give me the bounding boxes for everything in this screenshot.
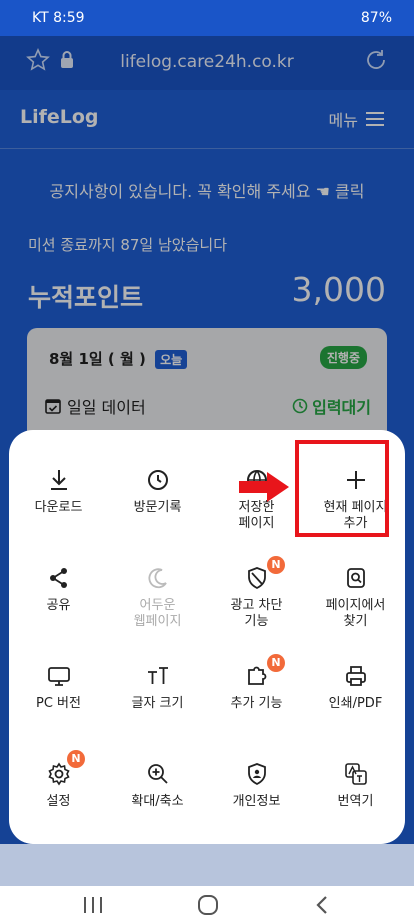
new-badge: N bbox=[67, 750, 85, 768]
desktop-icon bbox=[47, 667, 70, 686]
system-nav-bar bbox=[0, 886, 414, 922]
menu-item-label: 광고 차단 기능 bbox=[230, 598, 283, 629]
menu-item-dark-mode[interactable]: 어두운 웹페이지 bbox=[108, 558, 207, 630]
menu-item-download[interactable]: 다운로드 bbox=[9, 460, 108, 516]
moon-icon bbox=[148, 568, 167, 589]
menu-item-label: 추가 기능 bbox=[230, 696, 283, 711]
clock-icon bbox=[147, 470, 168, 490]
menu-item-label: 저장한 페이지 bbox=[238, 500, 275, 531]
menu-item-zoom[interactable]: 확대/축소 bbox=[108, 754, 207, 810]
menu-item-print-pdf[interactable]: 인쇄/PDF bbox=[306, 656, 405, 712]
menu-item-text-size[interactable]: 글자 크기 bbox=[108, 656, 207, 712]
print-icon bbox=[345, 666, 366, 686]
back-icon[interactable] bbox=[312, 894, 332, 916]
annotation-arrow-icon bbox=[239, 472, 289, 502]
translate-icon bbox=[344, 763, 367, 785]
menu-item-history[interactable]: 방문기록 bbox=[108, 460, 207, 516]
menu-item-find-in-page[interactable]: 페이지에서 찾기 bbox=[306, 558, 405, 630]
menu-item-label: 설정 bbox=[46, 794, 71, 809]
carrier-time: KT 8:59 bbox=[32, 10, 85, 26]
menu-item-add-ons[interactable]: N 추가 기능 bbox=[207, 654, 306, 712]
menu-item-label: PC 버전 bbox=[36, 696, 81, 711]
download-icon bbox=[50, 470, 67, 490]
menu-item-label: 다운로드 bbox=[34, 500, 83, 515]
menu-item-ad-block[interactable]: N 광고 차단 기능 bbox=[207, 556, 306, 630]
new-badge: N bbox=[267, 654, 285, 672]
recent-apps-icon[interactable] bbox=[82, 895, 104, 915]
menu-item-desktop-version[interactable]: PC 버전 bbox=[9, 656, 108, 712]
menu-item-translate[interactable]: 번역기 bbox=[306, 754, 405, 810]
menu-item-label: 방문기록 bbox=[133, 500, 182, 515]
home-icon[interactable] bbox=[196, 893, 220, 917]
menu-item-label: 개인정보 bbox=[232, 794, 281, 809]
menu-item-label: 글자 크기 bbox=[131, 696, 184, 711]
zoom-icon bbox=[147, 764, 168, 784]
new-badge: N bbox=[267, 556, 285, 574]
privacy-icon bbox=[247, 763, 266, 786]
menu-item-label: 인쇄/PDF bbox=[328, 696, 383, 711]
status-bar: KT 8:59 87% bbox=[0, 0, 414, 36]
annotation-highlight-box bbox=[295, 440, 389, 537]
menu-item-label: 어두운 웹페이지 bbox=[133, 598, 182, 629]
background-strip bbox=[0, 844, 414, 886]
menu-item-label: 번역기 bbox=[337, 794, 374, 809]
ad-block-icon bbox=[247, 567, 266, 590]
menu-item-label: 확대/축소 bbox=[131, 794, 184, 809]
menu-item-settings[interactable]: N 설정 bbox=[9, 750, 108, 810]
menu-item-share[interactable]: 공유 bbox=[9, 558, 108, 614]
menu-item-privacy[interactable]: 개인정보 bbox=[207, 754, 306, 810]
settings-icon bbox=[47, 762, 70, 786]
find-in-page-icon bbox=[346, 568, 365, 588]
menu-item-label: 페이지에서 찾기 bbox=[325, 598, 386, 629]
battery-level: 87% bbox=[360, 10, 392, 26]
share-icon bbox=[49, 568, 67, 588]
menu-item-label: 공유 bbox=[46, 598, 71, 613]
text-size-icon bbox=[147, 667, 168, 684]
add-ons-icon bbox=[247, 666, 266, 685]
